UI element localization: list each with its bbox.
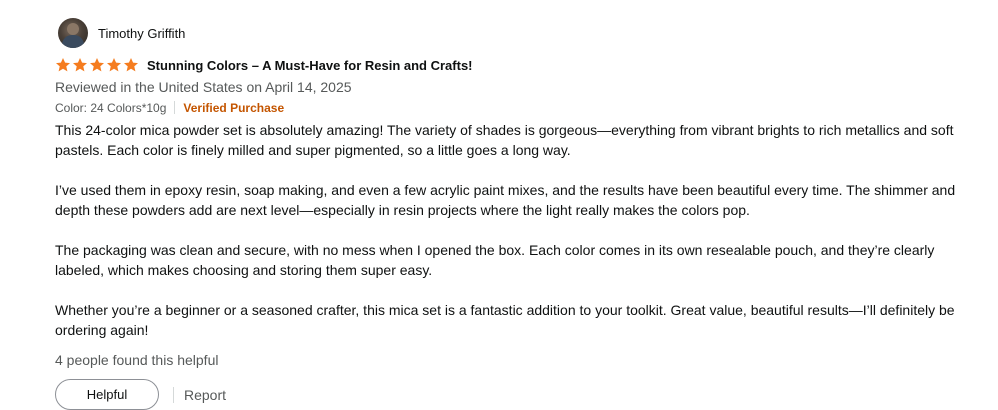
verified-purchase-badge: Verified Purchase xyxy=(183,100,285,115)
star-icon xyxy=(124,58,138,72)
review-actions: Helpful Report xyxy=(55,379,980,410)
review-paragraph: I’ve used them in epoxy resin, soap maki… xyxy=(55,182,956,218)
star-icon xyxy=(56,58,70,72)
report-link[interactable]: Report xyxy=(184,387,226,403)
meta-divider xyxy=(174,101,176,114)
variant-info[interactable]: Color: 24 Colors*10g xyxy=(55,101,166,115)
review-paragraph: This 24-color mica powder set is absolut… xyxy=(55,122,954,158)
reviewer-profile[interactable]: Timothy Griffith xyxy=(55,16,980,50)
review-title-row: Stunning Colors – A Must-Have for Resin … xyxy=(55,55,980,75)
review-meta: Color: 24 Colors*10g Verified Purchase xyxy=(55,98,980,117)
star-icon xyxy=(107,58,121,72)
review-date: Reviewed in the United States on April 1… xyxy=(55,79,352,95)
review-title[interactable]: Stunning Colors – A Must-Have for Resin … xyxy=(147,58,473,73)
star-icon xyxy=(90,58,104,72)
customer-review: Timothy Griffith Stunning Colors – A Mus… xyxy=(55,16,980,410)
helpful-button[interactable]: Helpful xyxy=(55,379,159,410)
action-divider xyxy=(173,386,174,403)
review-paragraph: The packaging was clean and secure, with… xyxy=(55,242,935,278)
avatar[interactable] xyxy=(58,18,88,48)
reviewer-name[interactable]: Timothy Griffith xyxy=(98,26,185,41)
review-body: This 24-color mica powder set is absolut… xyxy=(55,120,975,340)
star-rating[interactable] xyxy=(55,57,139,73)
star-icon xyxy=(73,58,87,72)
review-paragraph: Whether you’re a beginner or a seasoned … xyxy=(55,302,955,338)
helpful-count: 4 people found this helpful xyxy=(55,352,219,368)
